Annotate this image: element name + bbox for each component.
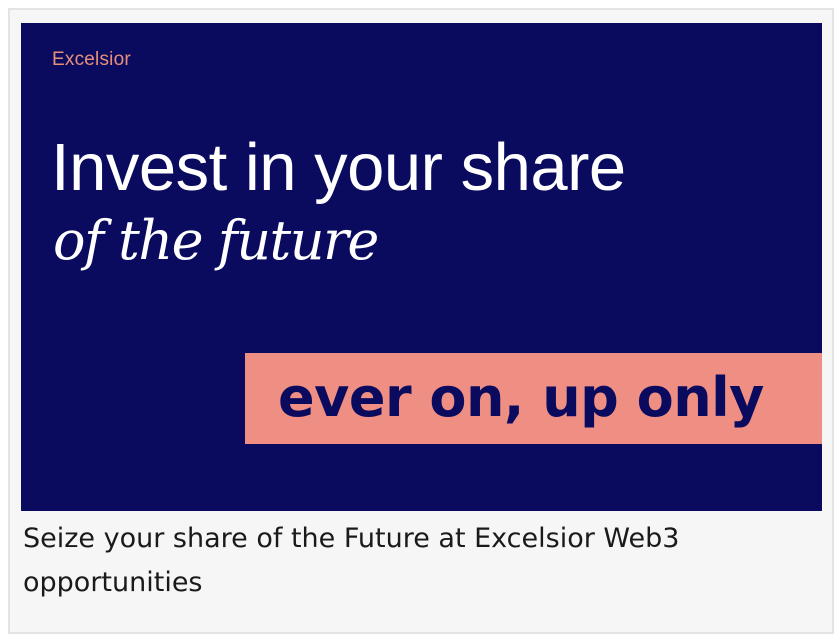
headline-line-1: Invest in your share xyxy=(51,130,626,205)
tagline-text: ever on, up only xyxy=(278,366,764,429)
brand-logo-text: Excelsior xyxy=(52,49,131,70)
promo-card[interactable]: Excelsior Invest in your share of the fu… xyxy=(8,8,834,634)
headline-line-2: of the future xyxy=(53,209,379,272)
card-caption[interactable]: Seize your share of the Future at Excels… xyxy=(23,517,813,605)
tagline-box: ever on, up only xyxy=(245,353,822,444)
promo-banner-image[interactable]: Excelsior Invest in your share of the fu… xyxy=(21,23,822,511)
